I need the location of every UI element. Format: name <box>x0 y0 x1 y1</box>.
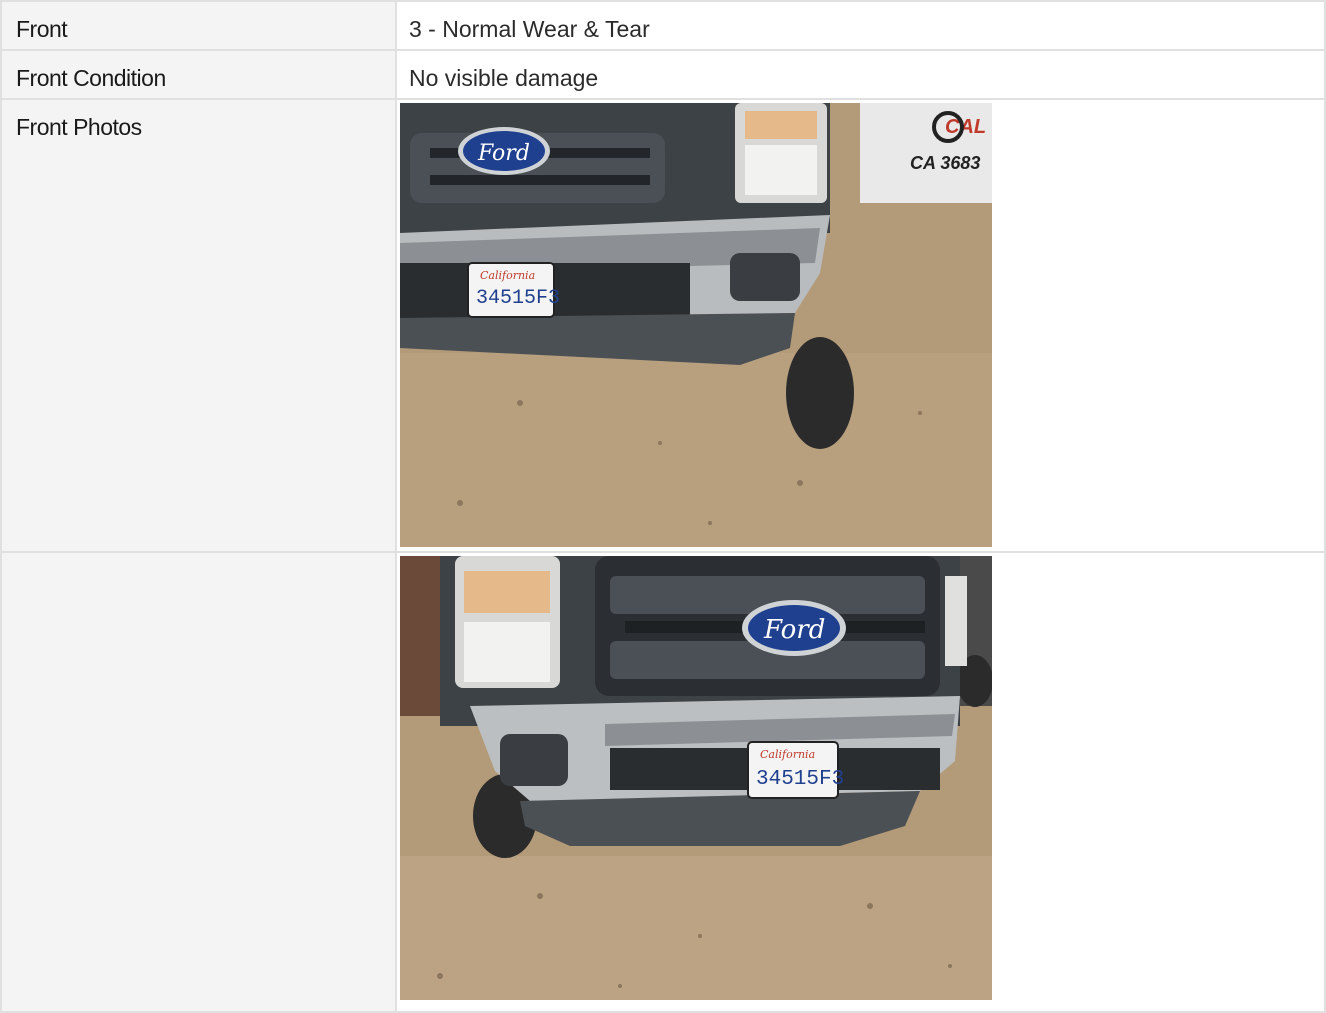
front-photo-2[interactable]: Ford California 34515F3 <box>400 556 992 1000</box>
truck-front-image-2: Ford California 34515F3 <box>400 556 992 1000</box>
photo-cell-2: Ford California 34515F3 <box>395 551 1326 1013</box>
plate-number-text: 34515F3 <box>476 287 560 310</box>
photo-cell-1: CAL WE CA 3683 Ford <box>395 98 1326 553</box>
front-photo-1[interactable]: CAL WE CA 3683 Ford <box>400 103 992 547</box>
table-row: Front 3 - Normal Wear & Tear <box>0 0 1326 51</box>
table-row: Front Condition No visible damage <box>0 49 1326 100</box>
ford-logo-text: Ford <box>763 615 825 645</box>
row-label-front-condition: Front Condition <box>0 49 397 100</box>
plate-number-text: 34515F3 <box>756 768 844 791</box>
vehicle-inspection-table: Front 3 - Normal Wear & Tear Front Condi… <box>0 0 1326 1013</box>
row-value-front-condition: No visible damage <box>395 49 1326 100</box>
row-label-empty <box>0 551 397 1013</box>
table-row: Front Photos CAL WE CA 3683 <box>0 98 1326 553</box>
row-label-front-photos: Front Photos <box>0 98 397 553</box>
ford-logo-text: Ford <box>477 141 530 166</box>
sign-brand-text: CAL WE <box>945 116 992 138</box>
truck-front-image-1: CAL WE CA 3683 Ford <box>400 103 992 547</box>
plate-state-text: California <box>760 748 815 761</box>
row-value-front: 3 - Normal Wear & Tear <box>395 0 1326 51</box>
table-row: Ford California 34515F3 <box>0 551 1326 1013</box>
plate-state-text: California <box>480 269 535 282</box>
row-label-front: Front <box>0 0 397 51</box>
sign-number-text: CA 3683 <box>910 153 980 173</box>
